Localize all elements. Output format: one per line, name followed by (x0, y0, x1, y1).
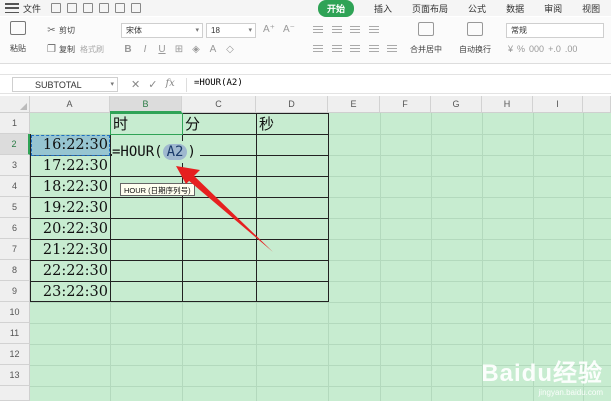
font-name-value: 宋体 (126, 26, 142, 35)
paste-label: 粘贴 (10, 44, 26, 53)
format-painter-label: 格式刷 (80, 44, 104, 54)
orientation-icon[interactable] (368, 26, 379, 34)
arrow-shaft (178, 167, 273, 252)
justify-icon[interactable] (368, 45, 379, 53)
align-bottom-row (310, 45, 400, 55)
tab-page-layout[interactable]: 页面布局 (412, 2, 448, 15)
underline-icon[interactable]: U (155, 44, 169, 55)
tab-insert[interactable]: 插入 (374, 2, 392, 15)
ribbon-tabs: 开始 插入 页面布局 公式 数据 审阅 视图 (318, 0, 611, 17)
formula-input[interactable]: =HOUR(A2) (194, 78, 243, 88)
ribbon-home: 粘贴 ✂ 剪切 ❐ 复制 格式刷 宋体 ▾ 18 ▾ A⁺ A⁻ B I U ⊞… (0, 17, 611, 64)
scissors-icon: ✂ (47, 24, 56, 36)
hamburger-icon[interactable] (5, 3, 19, 13)
copy-button[interactable]: ❐ 复制 (46, 42, 75, 56)
spreadsheet-grid[interactable]: A B C D E F G H I 1 2 3 4 5 6 7 8 9 10 1… (0, 96, 611, 401)
watermark-url: jingyan.baidu.com (538, 388, 603, 397)
export-icon[interactable] (99, 3, 110, 13)
align-left-icon[interactable] (313, 45, 323, 53)
wrap-text-button[interactable]: 自动换行 (459, 22, 491, 55)
fill-color-icon[interactable]: ◈ (189, 44, 203, 55)
insert-function-icon[interactable]: fx (165, 78, 174, 91)
watermark-logo: Baidu经验 (481, 360, 603, 387)
align-right-icon[interactable] (350, 45, 361, 53)
chevron-down-icon: ▾ (110, 81, 114, 88)
name-box[interactable]: SUBTOTAL ▾ (12, 77, 118, 92)
undo-icon[interactable] (115, 3, 126, 13)
format-painter-button[interactable]: 格式刷 (80, 42, 104, 56)
align-top-icon[interactable] (313, 26, 323, 34)
formula-bar: SUBTOTAL ▾ ✕ ✓ fx =HOUR(A2) (0, 74, 611, 94)
decrease-font-icon[interactable]: A⁻ (282, 24, 296, 35)
font-name-select[interactable]: 宋体 ▾ (121, 23, 203, 38)
chevron-down-icon: ▾ (195, 27, 199, 34)
font-size-select[interactable]: 18 ▾ (206, 23, 256, 38)
cut-label: 剪切 (59, 25, 75, 35)
tab-view[interactable]: 视图 (582, 2, 600, 15)
percent-button[interactable]: % (517, 44, 525, 54)
print-icon[interactable] (67, 3, 78, 13)
thousands-button[interactable]: 000 (529, 44, 544, 54)
tab-home[interactable]: 开始 (318, 0, 355, 17)
clear-format-icon[interactable]: ◇ (223, 44, 237, 55)
distribute-icon[interactable] (387, 45, 398, 53)
wrap-text-label: 自动换行 (459, 45, 491, 54)
cut-button[interactable]: ✂ 剪切 (46, 23, 75, 37)
print-preview-icon[interactable] (83, 3, 94, 13)
align-top-row (310, 26, 382, 36)
copy-icon: ❐ (47, 43, 56, 55)
tab-data[interactable]: 数据 (506, 2, 524, 15)
chevron-down-icon: ▾ (248, 27, 252, 34)
align-middle-icon[interactable] (331, 26, 342, 34)
copy-label: 复制 (59, 44, 75, 54)
menu-bar: 文件 开始 插入 页面布局 公式 数据 审阅 视图 (0, 0, 611, 17)
increase-decimal-button[interactable]: +.0 (548, 44, 561, 54)
font-color-icon[interactable]: A (206, 44, 220, 55)
tab-formulas[interactable]: 公式 (468, 2, 486, 15)
number-format-select[interactable]: 常规 (506, 23, 604, 38)
formula-separator (186, 78, 187, 92)
align-center-icon[interactable] (331, 45, 342, 53)
font-size-value: 18 (211, 26, 220, 35)
wrap-text-icon (467, 22, 483, 36)
align-bottom-icon[interactable] (350, 26, 361, 34)
tab-review[interactable]: 审阅 (544, 2, 562, 15)
border-icon[interactable]: ⊞ (172, 44, 186, 55)
merge-center-label: 合并居中 (410, 45, 442, 54)
watermark: Baidu经验 jingyan.baidu.com (481, 353, 603, 397)
save-icon[interactable] (51, 3, 62, 13)
increase-font-icon[interactable]: A⁺ (262, 24, 276, 35)
clipboard-icon (10, 21, 26, 35)
quick-access-toolbar (51, 3, 142, 13)
cancel-icon[interactable]: ✕ (131, 78, 140, 91)
name-box-value: SUBTOTAL (35, 79, 82, 90)
paste-button[interactable]: 粘贴 (10, 21, 26, 54)
decrease-decimal-button[interactable]: .00 (565, 44, 578, 54)
merge-center-button[interactable]: 合并居中 (410, 22, 442, 55)
confirm-icon[interactable]: ✓ (148, 78, 157, 91)
bold-icon[interactable]: B (121, 44, 135, 55)
redo-icon[interactable] (131, 3, 142, 13)
number-format-value: 常规 (511, 26, 527, 35)
merge-icon (418, 22, 434, 36)
currency-icon[interactable]: ¥ (508, 44, 513, 54)
menu-file[interactable]: 文件 (23, 2, 41, 15)
italic-icon[interactable]: I (138, 44, 152, 55)
